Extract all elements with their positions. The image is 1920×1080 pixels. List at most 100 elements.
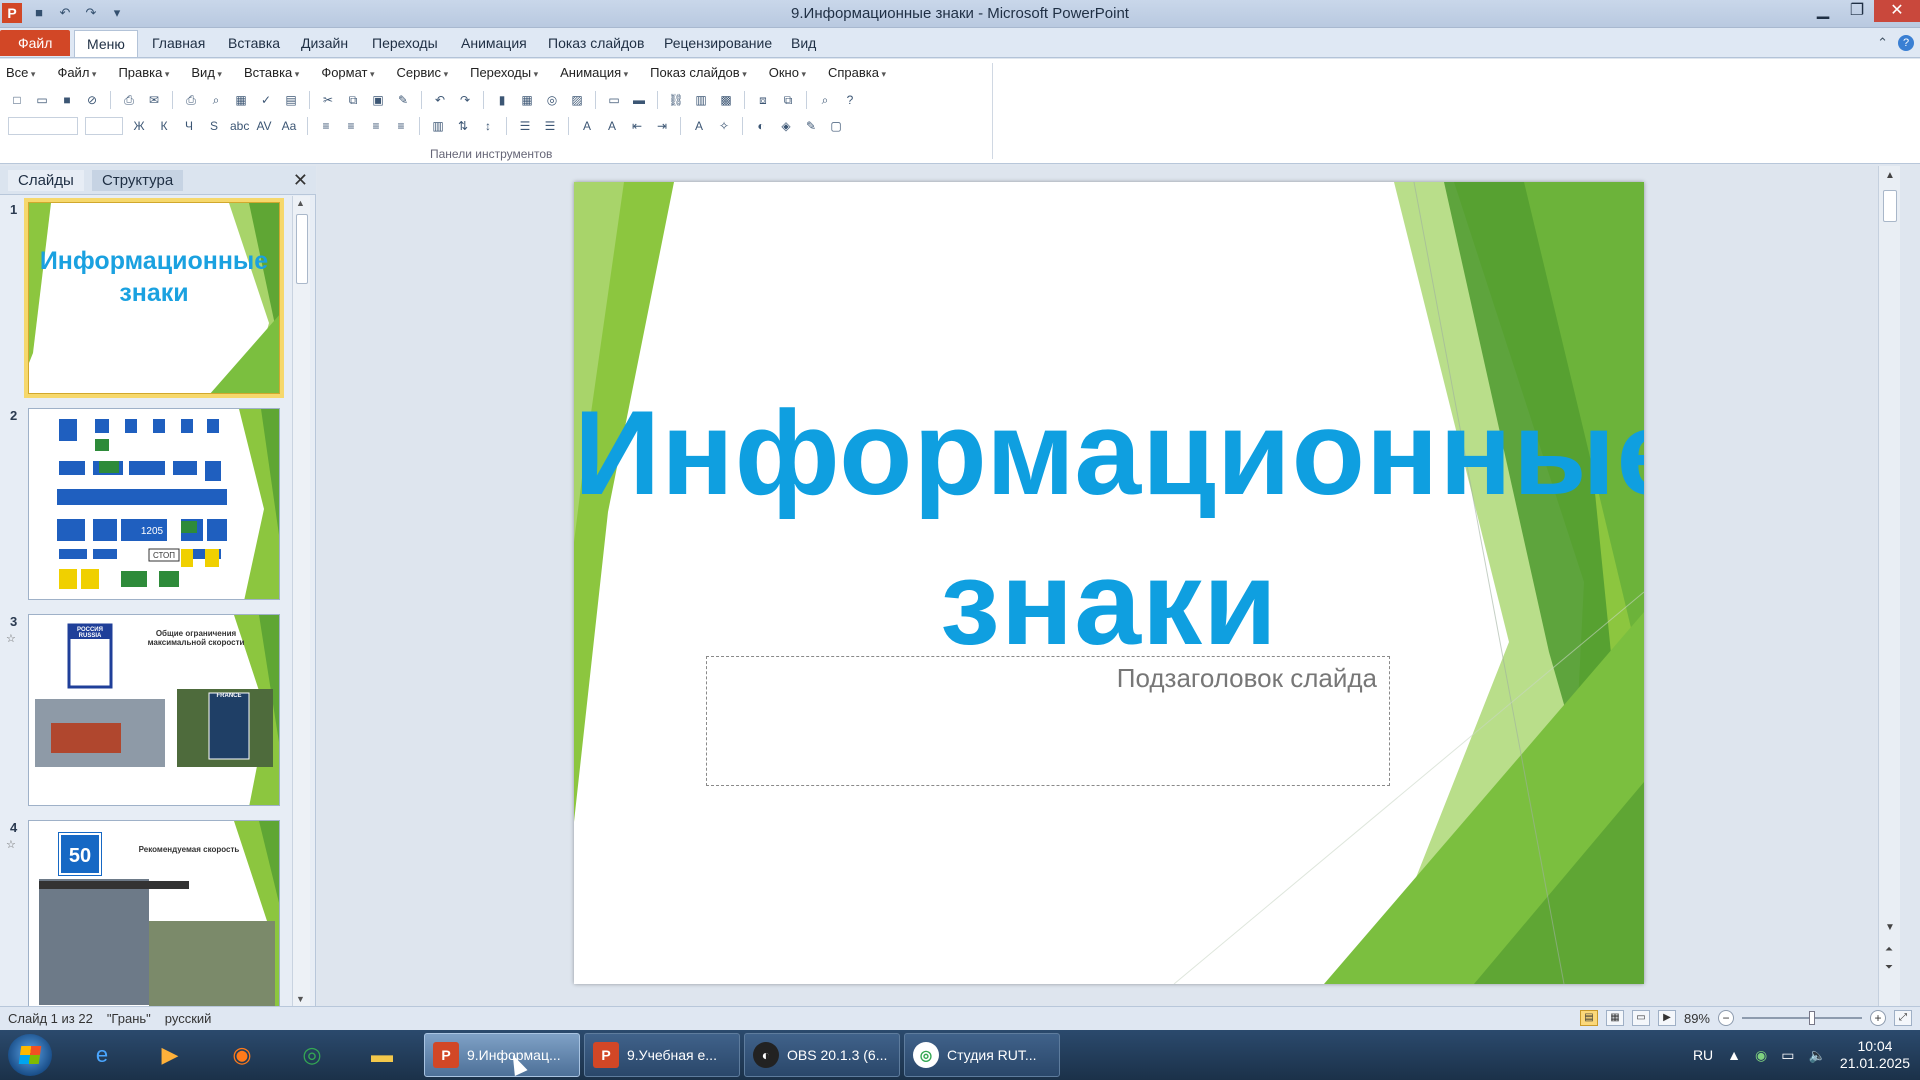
shadow-icon[interactable]: S [205, 117, 223, 135]
tab-slideshow[interactable]: Показ слайдов [538, 32, 654, 54]
network-status-icon[interactable]: ◉ [1755, 1047, 1767, 1064]
layout-icon[interactable]: ▬ [630, 91, 648, 109]
new-icon[interactable]: □ [8, 91, 26, 109]
scroll-up-icon[interactable]: ▲ [1885, 170, 1895, 181]
text-effects-icon[interactable]: ✧ [715, 117, 733, 135]
minimize-ribbon-icon[interactable]: ⌃ [1877, 35, 1888, 51]
task-powerpoint-2[interactable]: P 9.Учебная е... [584, 1033, 740, 1077]
tab-design[interactable]: Дизайн [291, 32, 358, 54]
menu-insert[interactable]: Вставка [244, 65, 299, 80]
group-icon[interactable]: ⧉ [779, 91, 797, 109]
slide-thumbnail-3[interactable]: Общие ограничения максимальной скорости … [28, 614, 280, 806]
save-icon[interactable]: ■ [58, 91, 76, 109]
justify-icon[interactable]: ≡ [392, 117, 410, 135]
print-icon[interactable]: ⎙ [182, 91, 200, 109]
print-preview-icon[interactable]: ⌕ [207, 91, 225, 109]
firefox-icon[interactable]: ◉ [222, 1036, 262, 1074]
tab-review[interactable]: Рецензирование [654, 32, 782, 54]
menu-format[interactable]: Формат [321, 65, 374, 80]
task-powerpoint-1[interactable]: P 9.Информац... [424, 1033, 580, 1077]
close-icon[interactable]: ✕ [1874, 0, 1920, 22]
internet-explorer-icon[interactable]: e [82, 1036, 122, 1074]
export-pdf-icon[interactable]: ⎙ [120, 91, 138, 109]
help-icon[interactable]: ? [1898, 35, 1914, 51]
underline-icon[interactable]: Ч [180, 117, 198, 135]
align-right-icon[interactable]: ≡ [367, 117, 385, 135]
menu-animation[interactable]: Анимация [560, 65, 628, 80]
hyperlink-icon[interactable]: ⛓ [667, 91, 685, 109]
slide-thumbnail-1[interactable]: Информационные знаки [24, 198, 284, 398]
change-case-icon[interactable]: Aa [280, 117, 298, 135]
maximize-icon[interactable]: ❐ [1840, 0, 1874, 22]
align-left-icon[interactable]: ≡ [317, 117, 335, 135]
grow-font-icon[interactable]: A [578, 117, 596, 135]
tab-menu[interactable]: Меню [74, 30, 138, 57]
cut-icon[interactable]: ✂ [319, 91, 337, 109]
increase-indent-icon[interactable]: ⇥ [653, 117, 671, 135]
insert-picture-icon[interactable]: ▨ [568, 91, 586, 109]
zoom-knob[interactable] [1809, 1011, 1815, 1025]
minimize-icon[interactable]: ▁ [1806, 0, 1840, 22]
menu-slideshow[interactable]: Показ слайдов [650, 65, 747, 80]
grid-icon[interactable]: ▦ [232, 91, 250, 109]
slide-thumbnail-2[interactable]: 1205 СТОП [28, 408, 280, 600]
task-chrome[interactable]: ◎ Студия RUT... [904, 1033, 1060, 1077]
insert-table-icon[interactable]: ▦ [518, 91, 536, 109]
language-indicator[interactable]: русский [165, 1011, 212, 1026]
undo-icon[interactable]: ↶ [431, 91, 449, 109]
scroll-down-icon[interactable]: ▼ [296, 994, 305, 1004]
zoom-in-icon[interactable]: + [1870, 1010, 1886, 1026]
monitor-icon[interactable]: ▭ [1781, 1047, 1794, 1064]
slide-sorter-icon[interactable]: ▦ [1605, 1010, 1624, 1026]
color-icon[interactable]: ▩ [717, 91, 735, 109]
menu-file[interactable]: Файл [57, 65, 96, 80]
vertical-scrollbar[interactable]: ▲ ▼ ⏶ ⏷ [1878, 166, 1900, 1006]
previous-slide-icon[interactable]: ⏶ [1885, 944, 1893, 955]
font-color-icon[interactable]: A [690, 117, 708, 135]
redo-icon[interactable]: ↷ [456, 91, 474, 109]
slideshow-view-icon[interactable]: ▶ [1657, 1010, 1676, 1026]
italic-icon[interactable]: К [155, 117, 173, 135]
menu-service[interactable]: Сервис [397, 65, 449, 80]
fit-window-icon[interactable]: ⤢ [1894, 1010, 1912, 1026]
shape-effects-icon[interactable]: ▢ [827, 117, 845, 135]
normal-view-icon[interactable]: ▤ [1579, 1010, 1598, 1026]
reading-view-icon[interactable]: ▭ [1631, 1010, 1650, 1026]
menu-edit[interactable]: Правка [118, 65, 169, 80]
menu-transitions[interactable]: Переходы [470, 65, 538, 80]
tab-view[interactable]: Вид [781, 32, 826, 54]
menu-all[interactable]: Все [6, 65, 35, 80]
panel-scrollbar[interactable]: ▲ ▼ [292, 196, 310, 1006]
new-slide-icon[interactable]: ▭ [605, 91, 623, 109]
task-obs[interactable]: ◐ OBS 20.1.3 (6... [744, 1033, 900, 1077]
insert-shapes-icon[interactable]: ◎ [543, 91, 561, 109]
tab-home[interactable]: Главная [142, 32, 215, 54]
arrange-icon[interactable]: ⧈ [754, 91, 772, 109]
email-icon[interactable]: ✉ [145, 91, 163, 109]
insert-chart-icon[interactable]: ▮ [493, 91, 511, 109]
slide-thumbnail-4[interactable]: 50 Рекомендуемая скорость [28, 820, 280, 1006]
zoom-slider[interactable] [1742, 1010, 1862, 1026]
columns-icon[interactable]: ▥ [429, 117, 447, 135]
paste-icon[interactable]: ▣ [369, 91, 387, 109]
zoom-level[interactable]: 89% [1684, 1011, 1710, 1026]
line-spacing-icon[interactable]: ↕ [479, 117, 497, 135]
theme-name[interactable]: "Грань" [107, 1011, 151, 1026]
bullets-icon[interactable]: ☰ [541, 117, 559, 135]
volume-icon[interactable]: 🔈 [1808, 1047, 1825, 1064]
open-icon[interactable]: ▭ [33, 91, 51, 109]
scroll-down-icon[interactable]: ▼ [1885, 922, 1895, 933]
spelling-icon[interactable]: ✓ [257, 91, 275, 109]
subtitle-placeholder[interactable]: Подзаголовок слайда [706, 656, 1390, 786]
media-player-icon[interactable]: ▶ [150, 1036, 190, 1074]
menu-help[interactable]: Справка [828, 65, 886, 80]
zoom-out-icon[interactable]: − [1718, 1010, 1734, 1026]
menu-view[interactable]: Вид [191, 65, 222, 80]
show-hidden-icons-icon[interactable]: ▲ [1727, 1047, 1741, 1063]
input-language[interactable]: RU [1693, 1047, 1713, 1063]
file-explorer-icon[interactable]: ▬ [362, 1036, 402, 1074]
clock[interactable]: 10:04 21.01.2025 [1840, 1038, 1910, 1072]
font-name-select[interactable] [8, 117, 78, 135]
copy-icon[interactable]: ⧉ [344, 91, 362, 109]
numbering-icon[interactable]: ☰ [516, 117, 534, 135]
